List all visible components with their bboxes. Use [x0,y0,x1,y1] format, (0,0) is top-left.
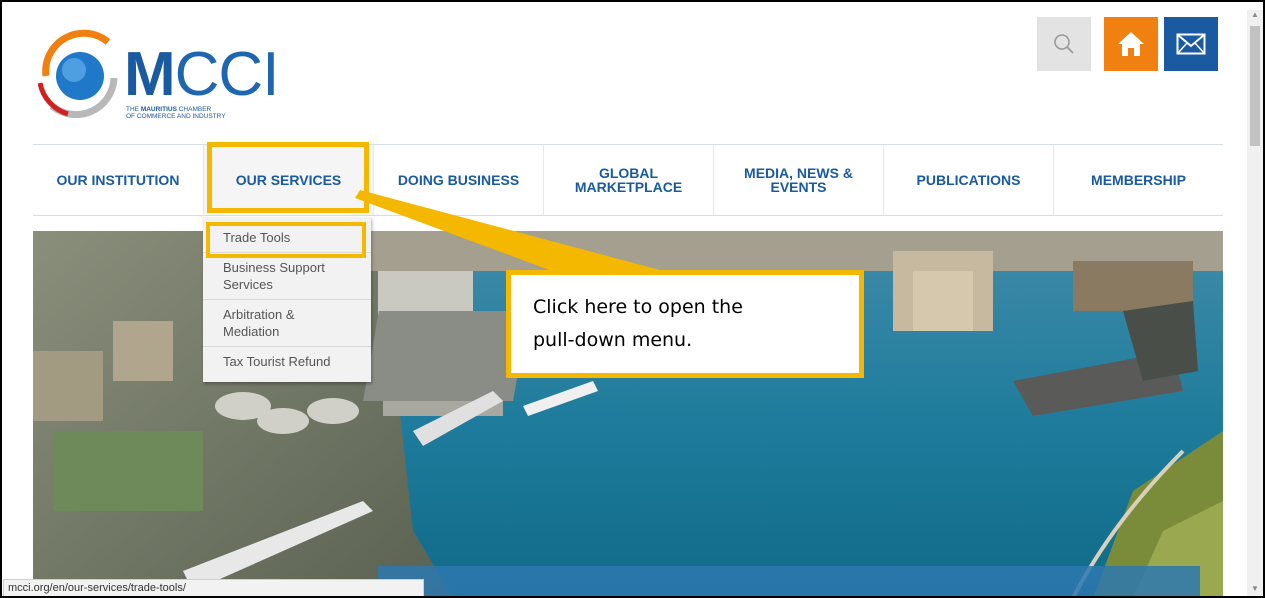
nav-item-media-news-events[interactable]: MEDIA, NEWS & EVENTS [713,145,883,215]
logo-globe-icon [38,29,118,118]
scroll-up-arrow-icon[interactable]: ▲ [1251,10,1259,19]
menu-item-arbitration-mediation[interactable]: Arbitration & Mediation [203,300,371,347]
highlight-trade-tools [206,222,366,258]
status-bar-url: mcci.org/en/our-services/trade-tools/ [3,579,424,598]
menu-item-tax-tourist-refund[interactable]: Tax Tourist Refund [203,347,371,382]
nav-item-our-institution[interactable]: OUR INSTITUTION [33,145,203,215]
logo-tagline: THE MAURITIUS CHAMBER OF COMMERCE AND IN… [126,106,226,120]
nav-item-global-marketplace[interactable]: GLOBAL MARKETPLACE [543,145,713,215]
home-icon [1118,32,1144,56]
home-button[interactable] [1104,17,1158,71]
instruction-callout: Click here to open the pull-down menu. [506,270,864,378]
menu-item-business-support-services[interactable]: Business Support Services [203,253,371,300]
mcci-logo[interactable]: MCCI THE MAURITIUS CHAMBER OF COMMERCE A… [38,28,298,128]
scroll-down-arrow-icon[interactable]: ▼ [1251,584,1259,593]
mail-icon [1176,33,1206,55]
nav-item-doing-business[interactable]: DOING BUSINESS [373,145,543,215]
nav-item-publications[interactable]: PUBLICATIONS [883,145,1053,215]
scrollbar-thumb[interactable] [1250,26,1260,146]
search-icon [1054,34,1074,54]
nav-bottom-divider [33,215,1223,216]
search-button[interactable] [1037,17,1091,71]
hero-caption-banner [378,566,1200,598]
highlight-our-services [207,142,369,213]
mail-button[interactable] [1164,17,1218,71]
nav-item-membership[interactable]: MEMBERSHIP [1053,145,1223,215]
logo-wordmark: MCCI [124,40,279,109]
